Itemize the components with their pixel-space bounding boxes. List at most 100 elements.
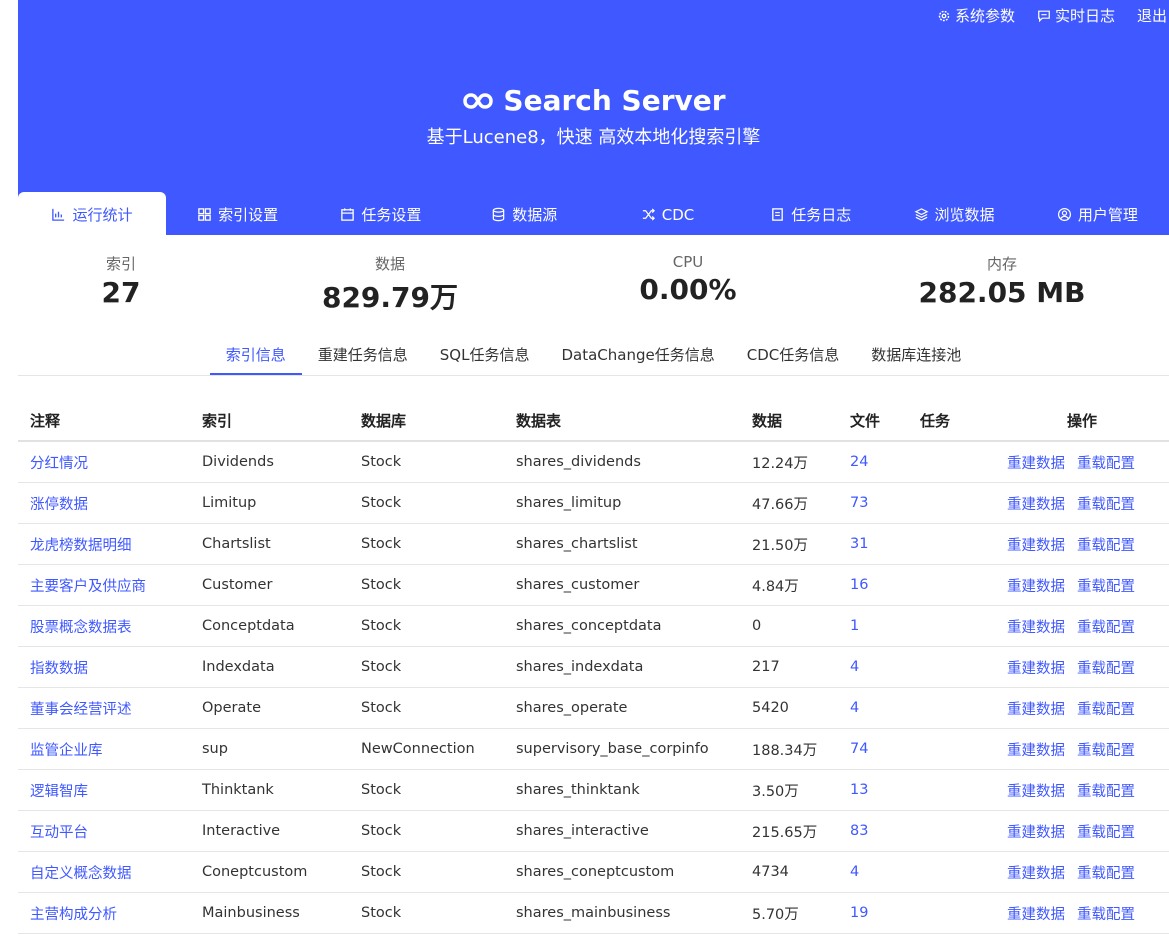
- note-link[interactable]: 逻辑智库: [18, 769, 190, 811]
- data-count-cell: 5420: [740, 687, 838, 729]
- subtab-datachange-tasks[interactable]: DataChange任务信息: [545, 335, 730, 375]
- note-link[interactable]: 主要客户及供应商: [18, 564, 190, 606]
- tab-browse-data[interactable]: 浏览数据: [882, 192, 1025, 235]
- app-title-text: Search Server: [503, 84, 726, 117]
- actions-cell: 重建数据 重载配置: [983, 646, 1169, 688]
- rebuild-data-link[interactable]: 重建数据: [1007, 579, 1065, 595]
- app-title: Search Server: [461, 84, 726, 117]
- task-cell: [908, 687, 983, 729]
- table-name-cell: shares_thinktank: [504, 769, 740, 811]
- rebuild-data-link[interactable]: 重建数据: [1007, 866, 1065, 882]
- index-cell: Thinktank: [190, 769, 349, 811]
- logout-link[interactable]: 退出: [1137, 5, 1167, 26]
- data-count-cell: 5.70万: [740, 892, 838, 934]
- note-link[interactable]: 互动平台: [18, 810, 190, 852]
- reload-config-link[interactable]: 重载配置: [1077, 661, 1135, 677]
- reload-config-link[interactable]: 重载配置: [1077, 743, 1135, 759]
- calendar-icon: [341, 208, 355, 221]
- note-link[interactable]: 主营构成分析: [18, 892, 190, 934]
- stat-cpu: CPU 0.00%: [588, 253, 788, 306]
- rebuild-data-link[interactable]: 重建数据: [1007, 743, 1065, 759]
- index-cell: Interactive: [190, 810, 349, 852]
- table-row: 涨停数据 Limitup Stock shares_limitup 47.66万 73 重建…: [18, 482, 1169, 524]
- files-link[interactable]: 13: [838, 769, 908, 811]
- files-link[interactable]: 16: [838, 564, 908, 606]
- top-links: 系统参数 实时日志 退出: [937, 5, 1167, 26]
- stats-panel: 索引 27 数据 829.79万 CPU 0.00% 内存 282.05 MB: [18, 253, 1169, 323]
- index-cell: Coneptcustom: [190, 851, 349, 893]
- col-data: 数据: [740, 400, 838, 442]
- task-cell: [908, 810, 983, 852]
- rebuild-data-link[interactable]: 重建数据: [1007, 497, 1065, 513]
- subtab-db-pool[interactable]: 数据库连接池: [855, 335, 977, 375]
- note-link[interactable]: 自定义概念数据: [18, 851, 190, 893]
- task-cell: [908, 728, 983, 770]
- rebuild-data-link[interactable]: 重建数据: [1007, 661, 1065, 677]
- files-link[interactable]: 4: [838, 687, 908, 729]
- table-row: 龙虎榜数据明细 Chartslist Stock shares_chartslist 2…: [18, 523, 1169, 565]
- table-name-cell: supervisory_base_corpinfo: [504, 728, 740, 770]
- files-link[interactable]: 31: [838, 523, 908, 565]
- actions-cell: 重建数据 重载配置: [983, 810, 1169, 852]
- rebuild-data-link[interactable]: 重建数据: [1007, 620, 1065, 636]
- files-link[interactable]: 24: [838, 441, 908, 483]
- reload-config-link[interactable]: 重载配置: [1077, 825, 1135, 841]
- reload-config-link[interactable]: 重载配置: [1077, 702, 1135, 718]
- files-link[interactable]: 1: [838, 605, 908, 647]
- realtime-log-link[interactable]: 实时日志: [1037, 5, 1115, 26]
- actions-cell: 重建数据 重载配置: [983, 892, 1169, 934]
- rebuild-data-link[interactable]: 重建数据: [1007, 825, 1065, 841]
- files-link[interactable]: 74: [838, 728, 908, 770]
- note-link[interactable]: 监管企业库: [18, 728, 190, 770]
- reload-config-link[interactable]: 重载配置: [1077, 784, 1135, 800]
- reload-config-link[interactable]: 重载配置: [1077, 538, 1135, 554]
- subtab-rebuild-tasks[interactable]: 重建任务信息: [302, 335, 424, 375]
- task-cell: [908, 564, 983, 606]
- rebuild-data-link[interactable]: 重建数据: [1007, 907, 1065, 923]
- message-icon: [1038, 10, 1050, 22]
- note-link[interactable]: 股票概念数据表: [18, 605, 190, 647]
- database-cell: Stock: [349, 523, 504, 565]
- tab-index-settings[interactable]: 索引设置: [166, 192, 309, 235]
- database-cell: Stock: [349, 605, 504, 647]
- rebuild-data-link[interactable]: 重建数据: [1007, 456, 1065, 472]
- data-count-cell: 12.24万: [740, 441, 838, 483]
- note-link[interactable]: 涨停数据: [18, 482, 190, 524]
- app-subtitle: 基于Lucene8，快速 高效本地化搜索引擎: [426, 127, 761, 148]
- table-header-row: 注释 索引 数据库 数据表 数据 文件 任务 操作: [18, 400, 1169, 442]
- reload-config-link[interactable]: 重载配置: [1077, 497, 1135, 513]
- subtab-sql-tasks[interactable]: SQL任务信息: [424, 335, 546, 375]
- tab-task-log[interactable]: 任务日志: [739, 192, 882, 235]
- reload-config-link[interactable]: 重载配置: [1077, 456, 1135, 472]
- tab-cdc[interactable]: CDC: [596, 192, 739, 235]
- data-count-cell: 21.50万: [740, 523, 838, 565]
- files-link[interactable]: 4: [838, 851, 908, 893]
- files-link[interactable]: 19: [838, 892, 908, 934]
- note-link[interactable]: 指数数据: [18, 646, 190, 688]
- tab-user-management[interactable]: 用户管理: [1026, 192, 1169, 235]
- stat-index: 索引 27: [71, 253, 171, 309]
- note-link[interactable]: 董事会经营评述: [18, 687, 190, 729]
- tab-runtime-stats[interactable]: 运行统计: [18, 192, 166, 235]
- subtab-cdc-tasks[interactable]: CDC任务信息: [731, 335, 856, 375]
- reload-config-link[interactable]: 重载配置: [1077, 866, 1135, 882]
- tab-task-settings[interactable]: 任务设置: [309, 192, 452, 235]
- reload-config-link[interactable]: 重载配置: [1077, 620, 1135, 636]
- actions-cell: 重建数据 重载配置: [983, 851, 1169, 893]
- stat-label: 数据: [374, 255, 405, 273]
- table-name-cell: shares_interactive: [504, 810, 740, 852]
- rebuild-data-link[interactable]: 重建数据: [1007, 702, 1065, 718]
- files-link[interactable]: 83: [838, 810, 908, 852]
- note-link[interactable]: 分红情况: [18, 441, 190, 483]
- subtab-index-info[interactable]: 索引信息: [209, 335, 302, 375]
- header-banner: 系统参数 实时日志 退出 Search Server 基于Lucene8，快速 …: [18, 0, 1169, 235]
- reload-config-link[interactable]: 重载配置: [1077, 907, 1135, 923]
- files-link[interactable]: 4: [838, 646, 908, 688]
- reload-config-link[interactable]: 重载配置: [1077, 579, 1135, 595]
- note-link[interactable]: 龙虎榜数据明细: [18, 523, 190, 565]
- rebuild-data-link[interactable]: 重建数据: [1007, 784, 1065, 800]
- rebuild-data-link[interactable]: 重建数据: [1007, 538, 1065, 554]
- system-params-link[interactable]: 系统参数: [937, 5, 1015, 26]
- files-link[interactable]: 73: [838, 482, 908, 524]
- tab-datasource[interactable]: 数据源: [453, 192, 596, 235]
